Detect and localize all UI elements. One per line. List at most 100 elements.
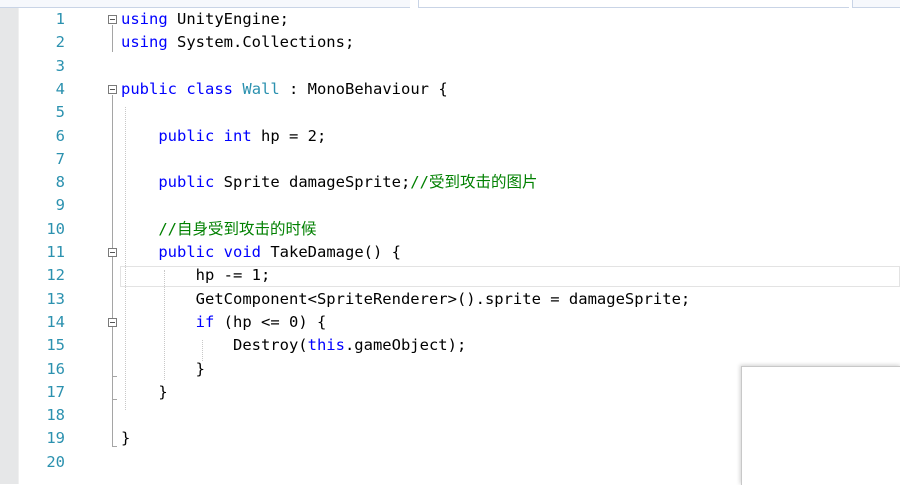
code-text[interactable]: hp -= 1; [121, 264, 271, 287]
code-token: hp -= 1; [121, 266, 271, 285]
line-number: 12 [46, 266, 65, 285]
type-token: Wall [242, 79, 280, 98]
keyword-token: int [223, 126, 252, 145]
code-line[interactable]: 2 using System.Collections; [19, 31, 900, 54]
code-token: Destroy( [121, 336, 308, 355]
line-number: 8 [55, 173, 65, 192]
code-text[interactable]: GetComponent<SpriteRenderer>().sprite = … [121, 288, 691, 311]
code-token: (hp <= 0) { [214, 312, 327, 331]
code-line[interactable]: 4 public class Wall : MonoBehaviour { [19, 78, 900, 101]
code-token: } [121, 382, 168, 401]
keyword-token: class [186, 79, 234, 98]
code-text[interactable]: if (hp <= 0) { [121, 311, 327, 334]
line-number: 18 [46, 406, 65, 425]
code-text[interactable]: //自身受到攻击的时候 [121, 218, 317, 241]
line-number: 14 [46, 312, 65, 331]
code-line[interactable]: 6 public int hp = 2; [19, 125, 900, 148]
line-number: 5 [55, 103, 65, 122]
code-line[interactable]: 7 [19, 148, 900, 171]
code-line[interactable]: 14 if (hp <= 0) { [19, 311, 900, 334]
code-text[interactable]: } [121, 358, 205, 381]
code-text[interactable]: using UnityEngine; [121, 8, 289, 31]
indent-guide [202, 339, 203, 362]
outline-bracket-end [112, 376, 117, 378]
collapse-toggle-icon[interactable] [108, 84, 117, 94]
code-text[interactable]: } [121, 427, 130, 450]
code-line[interactable]: 5 [19, 101, 900, 124]
line-number: 11 [46, 243, 65, 261]
line-number: 9 [55, 196, 65, 215]
keyword-token: this [307, 336, 345, 355]
comment-token: //受到攻击的图片 [410, 173, 538, 192]
line-number: 2 [55, 33, 65, 52]
line-number: 13 [46, 289, 65, 308]
editor-tab-bar [0, 0, 900, 8]
indent-guide [125, 106, 126, 410]
outline-bracket [112, 24, 113, 52]
code-token: TakeDamage() { [261, 243, 401, 261]
code-text[interactable]: } [121, 381, 168, 404]
popup-panel [741, 366, 900, 485]
code-text[interactable]: Destroy(this.gameObject); [121, 334, 466, 357]
line-number: 19 [46, 429, 65, 448]
keyword-token: public [121, 79, 177, 98]
code-token: System.Collections; [167, 33, 355, 52]
code-line[interactable]: 3 [19, 55, 900, 78]
code-text[interactable]: public Sprite damageSprite;//受到攻击的图片 [121, 171, 537, 194]
keyword-token: using [121, 10, 168, 28]
line-number: 4 [55, 79, 65, 98]
comment-token: //自身受到攻击的时候 [158, 219, 317, 238]
collapse-toggle-icon[interactable] [108, 14, 117, 24]
code-token: } [121, 429, 131, 448]
code-line[interactable]: 9 [19, 194, 900, 217]
code-text[interactable]: public class Wall : MonoBehaviour { [121, 78, 448, 101]
navigation-dropdown[interactable] [852, 0, 900, 8]
code-token: : MonoBehaviour { [279, 79, 448, 98]
code-line[interactable]: 12 hp -= 1; [19, 264, 900, 287]
code-line[interactable]: 10 //自身受到攻击的时候 [19, 218, 900, 241]
line-number: 7 [55, 149, 65, 168]
line-number: 1 [55, 10, 65, 28]
code-line[interactable]: 11 public void TakeDamage() { [19, 241, 900, 264]
code-token: hp = 2; [251, 126, 327, 145]
keyword-token: void [223, 243, 261, 261]
keyword-token: if [195, 312, 215, 331]
code-token: Sprite damageSprite; [214, 173, 411, 192]
keyword-token: using [121, 33, 168, 52]
code-line[interactable]: 13 GetComponent<SpriteRenderer>().sprite… [19, 288, 900, 311]
code-text[interactable]: public int hp = 2; [121, 125, 326, 148]
code-token: .gameObject); [344, 336, 467, 355]
keyword-token: public [158, 126, 215, 145]
keyword-token: public [158, 173, 215, 192]
line-number: 20 [46, 452, 65, 471]
code-token: } [121, 359, 205, 378]
outline-bracket-end [112, 446, 117, 448]
code-text[interactable]: using System.Collections; [121, 31, 354, 54]
line-number: 6 [55, 126, 65, 145]
code-line[interactable]: 1 using UnityEngine; [19, 8, 900, 31]
code-token: GetComponent<SpriteRenderer>().sprite = … [121, 289, 691, 308]
line-number: 17 [46, 382, 65, 401]
keyword-token: public [158, 243, 215, 261]
outline-bracket-end [112, 399, 117, 401]
code-line[interactable]: 15 Destroy(this.gameObject); [19, 334, 900, 357]
line-number: 3 [55, 56, 65, 75]
outline-bracket [112, 327, 113, 377]
indent-guide [164, 269, 165, 381]
indicator-margin[interactable] [0, 8, 18, 484]
collapse-toggle-icon[interactable] [108, 317, 117, 327]
code-token: UnityEngine; [167, 10, 289, 28]
line-number: 16 [46, 359, 65, 378]
collapse-toggle-icon[interactable] [108, 247, 117, 257]
members-dropdown[interactable] [0, 0, 410, 8]
code-text[interactable]: public void TakeDamage() { [121, 241, 401, 264]
line-number: 15 [46, 336, 65, 355]
type-dropdown[interactable] [418, 0, 849, 8]
code-line[interactable]: 8 public Sprite damageSprite;//受到攻击的图片 [19, 171, 900, 194]
